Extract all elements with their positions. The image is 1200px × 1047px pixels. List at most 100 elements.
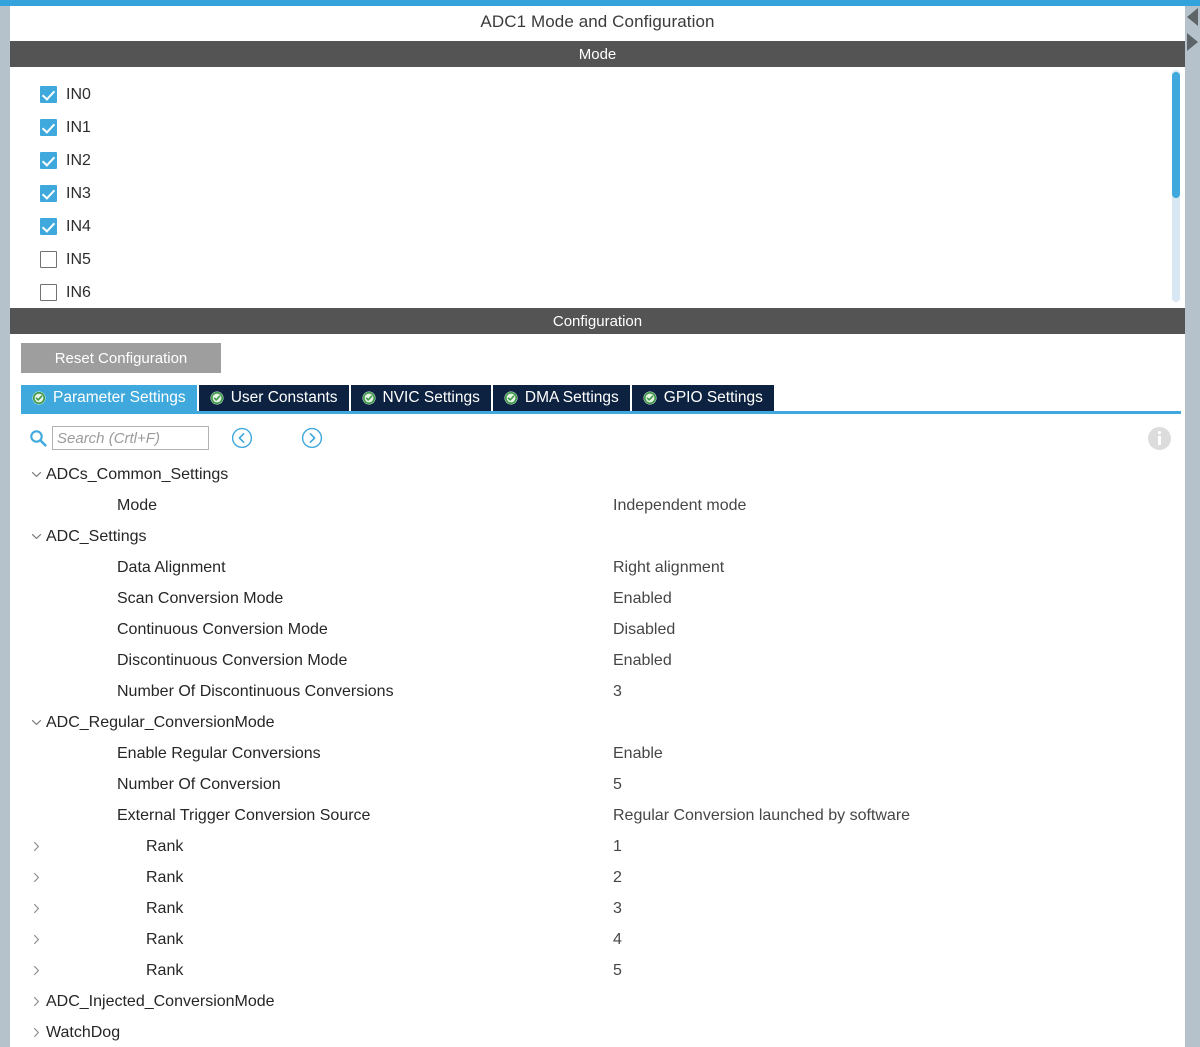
channel-row-in6[interactable]: IN6 <box>40 276 1185 305</box>
search-input[interactable] <box>52 426 209 450</box>
checkbox-unchecked-icon[interactable] <box>40 251 57 268</box>
parameter-label: Number Of Discontinuous Conversions <box>117 682 394 700</box>
chevron-right-icon[interactable] <box>29 840 43 854</box>
parameter-value[interactable]: Enable <box>613 745 663 763</box>
tree-group-row[interactable]: Rank 2 <box>21 862 1181 893</box>
triangle-left-icon[interactable] <box>1185 5 1200 29</box>
tab-user-constants[interactable]: User Constants <box>198 385 351 411</box>
chevron-down-icon[interactable] <box>29 716 43 730</box>
parameter-value[interactable]: Independent mode <box>613 497 746 515</box>
parameter-tree: ADCs_Common_Settings Mode Independent mode… <box>21 459 1181 1047</box>
tab-label: User Constants <box>230 389 338 406</box>
tree-group-row[interactable]: ADC_Settings <box>21 521 1181 552</box>
checkbox-checked-icon[interactable] <box>40 185 57 202</box>
chevron-right-icon[interactable] <box>29 871 43 885</box>
info-circle-icon[interactable] <box>1147 426 1172 451</box>
parameter-label: ADCs_Common_Settings <box>46 465 229 483</box>
tree-group-row[interactable]: Rank 1 <box>21 831 1181 862</box>
parameter-value[interactable]: Right alignment <box>613 559 724 577</box>
check-circle-icon <box>362 391 375 405</box>
parameter-label: Discontinuous Conversion Mode <box>117 651 348 669</box>
channel-label: IN3 <box>66 184 91 202</box>
chevron-right-icon[interactable] <box>29 964 43 978</box>
tree-group-row[interactable]: ADCs_Common_Settings <box>21 459 1181 490</box>
tree-group-row[interactable]: Rank 4 <box>21 924 1181 955</box>
tab-gpio-settings[interactable]: GPIO Settings <box>631 385 774 411</box>
parameter-label: Enable Regular Conversions <box>117 744 321 762</box>
mode-section-header: Mode <box>10 41 1185 67</box>
checkbox-checked-icon[interactable] <box>40 119 57 136</box>
checkbox-checked-icon[interactable] <box>40 218 57 235</box>
tab-label: GPIO Settings <box>663 389 763 406</box>
parameter-row[interactable]: Continuous Conversion Mode Disabled <box>21 614 1181 645</box>
configuration-tabs: Parameter Settings User Constants NVIC Set… <box>21 385 774 411</box>
chevron-down-icon[interactable] <box>29 530 43 544</box>
channel-row-in1[interactable]: IN1 <box>40 111 1185 144</box>
channel-label: IN6 <box>66 283 91 301</box>
parameter-value[interactable]: Disabled <box>613 621 675 639</box>
chevron-right-circle-icon[interactable] <box>301 427 323 449</box>
parameter-row[interactable]: Mode Independent mode <box>21 490 1181 521</box>
search-icon[interactable] <box>29 429 47 447</box>
channel-label: IN1 <box>66 118 91 136</box>
channel-row-in3[interactable]: IN3 <box>40 177 1185 210</box>
parameter-label: Rank <box>146 930 184 948</box>
check-circle-icon <box>32 391 46 405</box>
triangle-right-icon[interactable] <box>1185 30 1200 54</box>
chevron-left-circle-icon[interactable] <box>231 427 253 449</box>
parameter-label: ADC_Injected_ConversionMode <box>46 992 275 1010</box>
chevron-right-icon[interactable] <box>29 902 43 916</box>
channel-row-in0[interactable]: IN0 <box>40 78 1185 111</box>
parameter-label: Rank <box>146 837 184 855</box>
checkbox-checked-icon[interactable] <box>40 152 57 169</box>
parameter-value[interactable]: 3 <box>613 683 622 701</box>
chevron-down-icon[interactable] <box>29 468 43 482</box>
parameter-value[interactable]: Regular Conversion launched by software <box>613 807 910 825</box>
parameter-row[interactable]: Number Of Conversion 5 <box>21 769 1181 800</box>
search-row <box>21 421 1181 455</box>
parameter-value[interactable]: 4 <box>613 931 622 949</box>
checkbox-checked-icon[interactable] <box>40 86 57 103</box>
parameter-row[interactable]: Number Of Discontinuous Conversions 3 <box>21 676 1181 707</box>
tree-group-row[interactable]: Rank 5 <box>21 955 1181 986</box>
parameter-label: Scan Conversion Mode <box>117 589 284 607</box>
parameter-label: Rank <box>146 899 184 917</box>
tab-nvic-settings[interactable]: NVIC Settings <box>350 385 493 411</box>
parameter-value[interactable]: 3 <box>613 900 622 918</box>
tab-parameter-settings[interactable]: Parameter Settings <box>21 385 199 411</box>
chevron-right-icon[interactable] <box>29 1026 43 1040</box>
tree-group-row[interactable]: ADC_Injected_ConversionMode <box>21 986 1181 1017</box>
parameter-row[interactable]: Discontinuous Conversion Mode Enabled <box>21 645 1181 676</box>
parameter-row[interactable]: Scan Conversion Mode Enabled <box>21 583 1181 614</box>
parameter-value[interactable]: Enabled <box>613 652 672 670</box>
parameter-row[interactable]: Enable Regular Conversions Enable <box>21 738 1181 769</box>
checkbox-unchecked-icon[interactable] <box>40 284 57 301</box>
parameter-row[interactable]: External Trigger Conversion Source Regula… <box>21 800 1181 831</box>
right-gutter <box>1185 6 1200 1047</box>
channel-row-in4[interactable]: IN4 <box>40 210 1185 243</box>
mode-scrollbar-thumb[interactable] <box>1172 72 1180 198</box>
channel-row-in2[interactable]: IN2 <box>40 144 1185 177</box>
check-circle-icon <box>210 391 224 405</box>
parameter-row[interactable]: Data Alignment Right alignment <box>21 552 1181 583</box>
parameter-label: WatchDog <box>46 1023 121 1041</box>
reset-configuration-button[interactable]: Reset Configuration <box>21 343 221 373</box>
parameter-label: Rank <box>146 961 184 979</box>
left-gutter <box>0 6 10 1047</box>
parameter-value[interactable]: 1 <box>613 838 622 856</box>
tree-group-row[interactable]: Rank 3 <box>21 893 1181 924</box>
parameter-label: Data Alignment <box>117 558 226 576</box>
parameter-value[interactable]: Enabled <box>613 590 672 608</box>
tab-dma-settings[interactable]: DMA Settings <box>492 385 632 411</box>
mode-scrollbar-track[interactable] <box>1172 70 1180 302</box>
tree-group-row[interactable]: ADC_Regular_ConversionMode <box>21 707 1181 738</box>
channel-label: IN5 <box>66 250 91 268</box>
parameter-value[interactable]: 5 <box>613 776 622 794</box>
tree-group-row[interactable]: WatchDog <box>21 1017 1181 1047</box>
chevron-right-icon[interactable] <box>29 995 43 1009</box>
chevron-right-icon[interactable] <box>29 933 43 947</box>
parameter-value[interactable]: 5 <box>613 962 622 980</box>
check-circle-icon <box>643 391 657 405</box>
parameter-value[interactable]: 2 <box>613 869 622 887</box>
channel-row-in5[interactable]: IN5 <box>40 243 1185 276</box>
